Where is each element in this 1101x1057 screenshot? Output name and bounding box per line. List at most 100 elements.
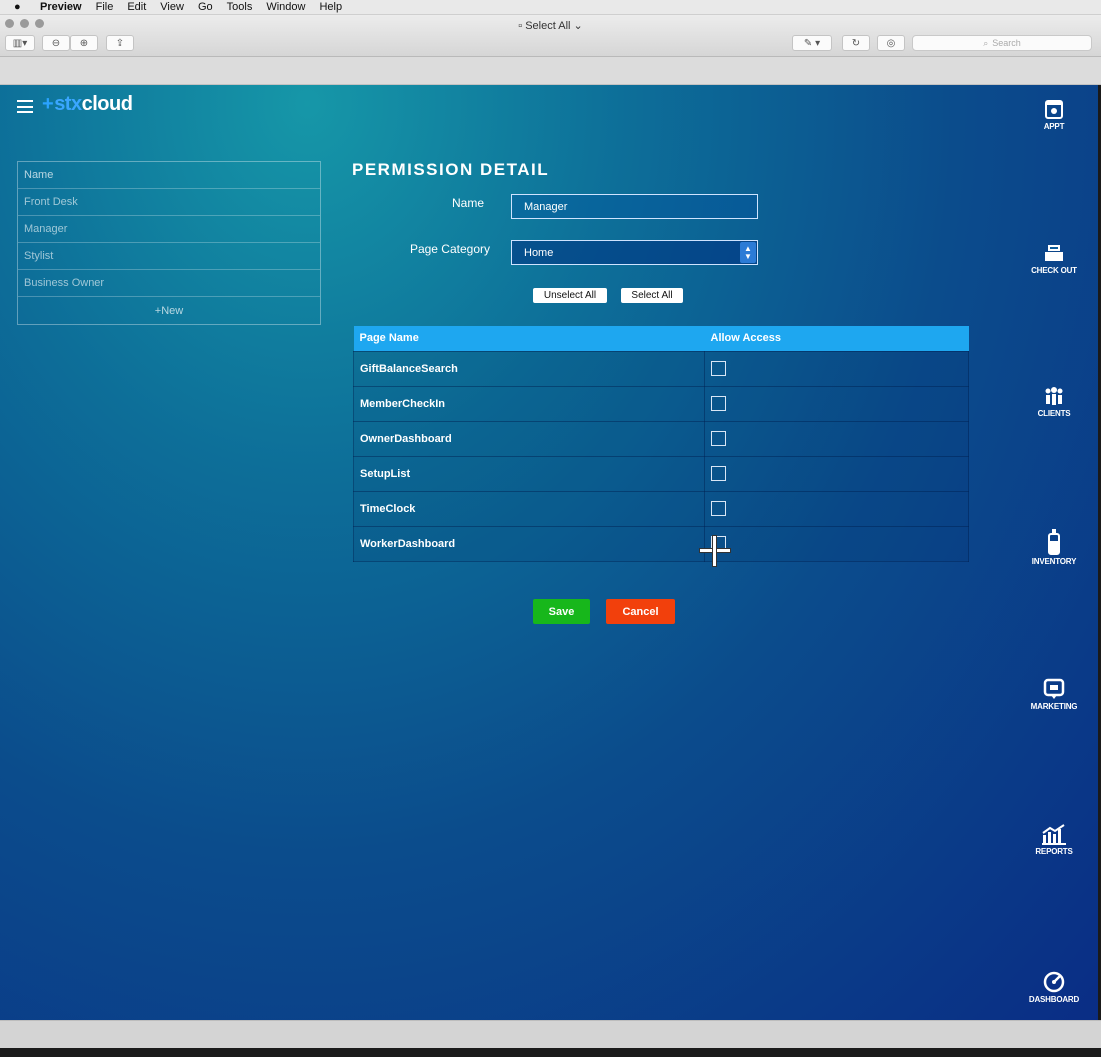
page-name-cell: TimeClock xyxy=(353,490,705,527)
allow-access-checkbox[interactable] xyxy=(711,466,726,481)
page-name-cell: WorkerDashboard xyxy=(353,525,705,562)
page-title: PERMISSION DETAIL xyxy=(352,160,550,179)
message-icon xyxy=(1043,678,1065,700)
nav-clients[interactable]: CLIENTS xyxy=(1021,385,1087,418)
table-row: WorkerDashboard xyxy=(353,525,969,562)
nav-check-out[interactable]: CHECK OUT xyxy=(1021,242,1087,275)
table-row: MemberCheckIn xyxy=(353,385,969,422)
cancel-button[interactable]: Cancel xyxy=(606,599,675,624)
name-list-item-stylist[interactable]: Stylist xyxy=(18,243,320,270)
document-icon: ▫ xyxy=(518,20,523,32)
menu-app-name[interactable]: Preview xyxy=(40,1,82,13)
name-list-item-front-desk[interactable]: Front Desk xyxy=(18,189,320,216)
sidebar-toggle-button[interactable]: ▥▾ xyxy=(5,35,35,51)
desktop-strip xyxy=(0,1048,1101,1057)
nav-marketing-label: MARKETING xyxy=(1030,702,1078,711)
table-row: OwnerDashboard xyxy=(353,420,969,457)
nav-inventory[interactable]: INVENTORY xyxy=(1021,529,1087,566)
page-name-cell: SetupList xyxy=(353,455,705,492)
zoom-in-button[interactable]: ⊕ xyxy=(70,35,98,51)
annotate-button[interactable]: ◎ xyxy=(877,35,905,51)
allow-access-header: Allow Access xyxy=(704,326,969,351)
share-icon: ⇪ xyxy=(115,37,125,49)
table-header-row: Page Name Allow Access xyxy=(353,326,969,351)
menu-tools[interactable]: Tools xyxy=(227,1,253,13)
menu-window[interactable]: Window xyxy=(266,1,305,13)
allow-access-checkbox[interactable] xyxy=(711,431,726,446)
person-circle-icon: ◎ xyxy=(886,37,896,49)
allow-access-checkbox[interactable] xyxy=(711,501,726,516)
window-bottom-bar xyxy=(0,1020,1101,1048)
crosshair-cursor-icon xyxy=(699,535,731,567)
name-list-item-business-owner[interactable]: Business Owner xyxy=(18,270,320,297)
permission-name-list: Name Front Desk Manager Stylist Business… xyxy=(17,161,321,325)
allow-access-cell xyxy=(704,385,969,422)
logo-plus-icon: + xyxy=(42,93,54,115)
allow-access-cell xyxy=(704,350,969,387)
calendar-icon xyxy=(1043,98,1065,120)
nav-appt[interactable]: APPT xyxy=(1021,98,1087,131)
nav-check-out-label: CHECK OUT xyxy=(1031,266,1077,275)
nav-marketing[interactable]: MARKETING xyxy=(1021,678,1087,711)
search-field[interactable]: ⌕ Search xyxy=(912,35,1092,51)
page-category-select[interactable]: Home ▲ ▼ xyxy=(511,240,758,265)
menu-help[interactable]: Help xyxy=(319,1,342,13)
rotate-button[interactable]: ↻ xyxy=(842,35,870,51)
hamburger-menu-icon[interactable] xyxy=(17,100,33,113)
page-name-header: Page Name xyxy=(353,326,705,351)
page-category-value: Home xyxy=(524,246,554,259)
sidebar-icon: ▥▾ xyxy=(12,37,28,49)
register-icon xyxy=(1043,242,1065,264)
page-name-cell: GiftBalanceSearch xyxy=(353,350,705,387)
select-stepper-icon[interactable]: ▲ ▼ xyxy=(740,242,756,263)
name-field[interactable]: Manager xyxy=(511,194,758,219)
chevron-down-icon[interactable]: ⌄ xyxy=(574,20,583,32)
menu-edit[interactable]: Edit xyxy=(127,1,146,13)
unselect-all-button[interactable]: Unselect All xyxy=(533,288,607,303)
menu-bar: ● Preview File Edit View Go Tools Window… xyxy=(0,0,1101,15)
allow-access-cell xyxy=(704,455,969,492)
nav-inventory-label: INVENTORY xyxy=(1031,557,1077,566)
save-button[interactable]: Save xyxy=(533,599,590,624)
logo-suffix: cloud xyxy=(81,93,133,115)
chart-icon xyxy=(1041,823,1067,845)
table-row: GiftBalanceSearch xyxy=(353,350,969,387)
gauge-icon xyxy=(1043,971,1065,993)
allow-access-checkbox[interactable] xyxy=(711,361,726,376)
zoom-out-icon: ⊖ xyxy=(51,37,61,49)
rotate-icon: ↻ xyxy=(851,37,861,49)
apple-icon[interactable]: ● xyxy=(14,1,28,13)
stxcloud-app: +stxcloud Name Front Desk Manager Stylis… xyxy=(0,85,1098,1020)
menu-view[interactable]: View xyxy=(160,1,184,13)
search-placeholder: Search xyxy=(992,38,1021,48)
menu-file[interactable]: File xyxy=(96,1,114,13)
share-button[interactable]: ⇪ xyxy=(106,35,134,51)
nav-clients-label: CLIENTS xyxy=(1037,409,1071,418)
page-name-cell: MemberCheckIn xyxy=(353,385,705,422)
nav-reports[interactable]: REPORTS xyxy=(1021,823,1087,856)
name-list-item-manager[interactable]: Manager xyxy=(18,216,320,243)
window-titlebar: ▫ Select All ⌄ ▥▾ ⊖ ⊕ ⇪ ✎ ▾ ↻ ◎ ⌕ Search xyxy=(0,15,1101,57)
allow-access-checkbox[interactable] xyxy=(711,396,726,411)
new-permission-button[interactable]: +New xyxy=(18,297,320,324)
zoom-in-icon: ⊕ xyxy=(79,37,89,49)
bottle-icon xyxy=(1043,529,1065,555)
permission-table: Page Name Allow Access GiftBalanceSearch… xyxy=(353,326,969,562)
select-all-button[interactable]: Select All xyxy=(621,288,683,303)
allow-access-cell xyxy=(704,420,969,457)
page-name-cell: OwnerDashboard xyxy=(353,420,705,457)
allow-access-cell xyxy=(704,490,969,527)
stxcloud-logo[interactable]: +stxcloud xyxy=(42,93,133,116)
window-title: ▫ Select All ⌄ xyxy=(0,19,1101,32)
allow-access-cell xyxy=(704,525,969,562)
page-category-label: Page Category xyxy=(409,242,490,256)
nav-appt-label: APPT xyxy=(1043,122,1065,131)
nav-dashboard[interactable]: DASHBOARD xyxy=(1021,971,1087,1004)
pen-icon: ✎ ▾ xyxy=(803,37,821,49)
search-icon: ⌕ xyxy=(983,37,989,48)
logo-prefix: stx xyxy=(54,93,82,115)
people-icon xyxy=(1043,385,1065,407)
menu-go[interactable]: Go xyxy=(198,1,213,13)
markup-button[interactable]: ✎ ▾ xyxy=(792,35,832,51)
zoom-out-button[interactable]: ⊖ xyxy=(42,35,70,51)
